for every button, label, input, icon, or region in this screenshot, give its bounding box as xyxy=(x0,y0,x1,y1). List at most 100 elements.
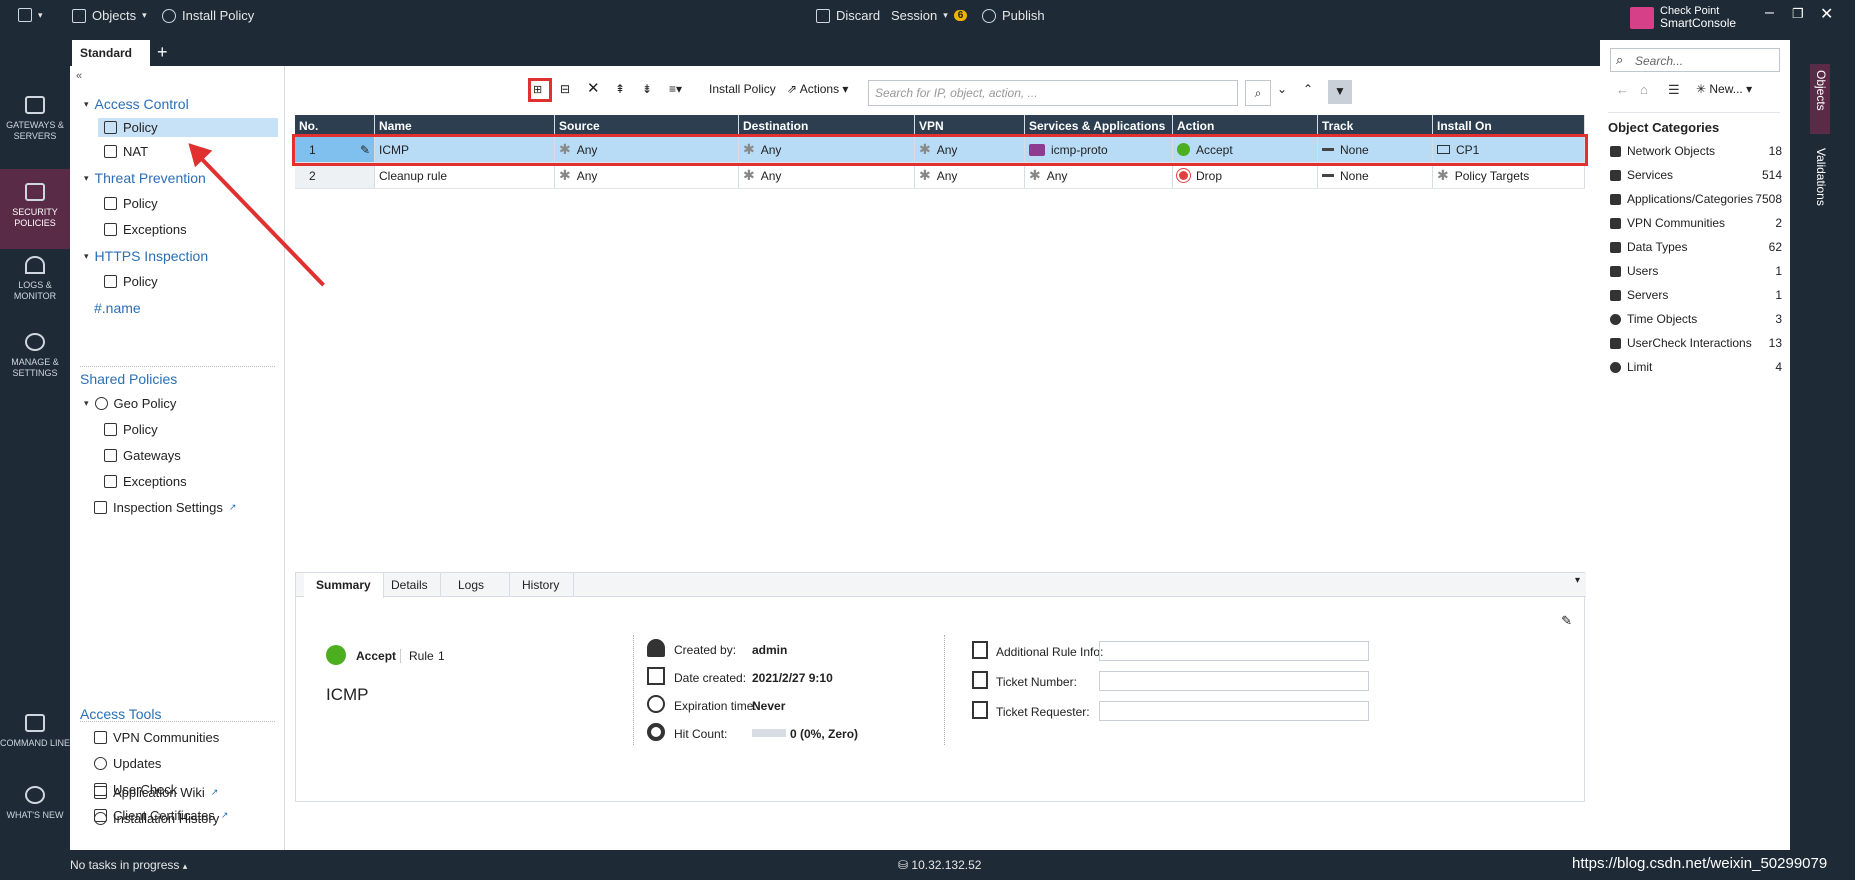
category-servers[interactable]: Servers 1 xyxy=(1610,288,1782,302)
nav-access-control-policy[interactable]: Policy xyxy=(98,118,278,137)
new-object-button[interactable]: ✳ New... ▾ xyxy=(1696,82,1752,96)
toolbar-install-policy-button[interactable]: Install Policy xyxy=(709,82,776,96)
search-icon[interactable]: ⌕ xyxy=(1245,80,1271,106)
tab-history[interactable]: History xyxy=(510,573,574,597)
vtab-objects[interactable]: Objects xyxy=(1810,64,1830,134)
nav-name-item[interactable]: #.name xyxy=(94,300,141,316)
back-button[interactable]: ← xyxy=(1616,82,1629,97)
filter-icon[interactable]: ▼ xyxy=(1328,80,1352,104)
maximize-button[interactable]: ❐ xyxy=(1792,6,1804,22)
nav-installation-history[interactable]: Installation History xyxy=(94,811,219,826)
ticket-number-field[interactable] xyxy=(1099,671,1369,691)
cell-destination[interactable]: ✱ Any xyxy=(739,163,915,188)
cell-install-on[interactable]: CP1 xyxy=(1433,137,1585,162)
publish-button[interactable]: Publish xyxy=(982,8,1045,23)
actions-menu-button[interactable]: ⇗ Actions ▾ xyxy=(787,82,848,96)
home-icon[interactable]: ⌂ xyxy=(1640,82,1648,97)
category-users[interactable]: Users 1 xyxy=(1610,264,1782,278)
cell-services[interactable]: icmp-proto xyxy=(1025,137,1173,162)
nav-https-inspection[interactable]: ▾ HTTPS Inspection xyxy=(84,248,208,264)
col-vpn[interactable]: VPN xyxy=(915,115,1025,137)
ticket-requester-field[interactable] xyxy=(1099,701,1369,721)
rail-logs-monitor[interactable]: LOGS & MONITOR xyxy=(0,252,70,322)
objects-search-input[interactable]: Search... xyxy=(1610,48,1780,72)
category-data-types[interactable]: Data Types 62 xyxy=(1610,240,1782,254)
cell-name[interactable]: Cleanup rule xyxy=(375,163,555,188)
discard-button[interactable]: Discard xyxy=(816,8,880,23)
category-applications[interactable]: Applications/Categories 7508 xyxy=(1610,192,1782,206)
category-time-objects[interactable]: Time Objects 3 xyxy=(1610,312,1782,326)
cell-destination[interactable]: ✱ Any xyxy=(739,137,915,162)
col-no[interactable]: No. xyxy=(295,115,375,137)
nav-geo-policy-policy[interactable]: Policy xyxy=(104,422,158,437)
session-button[interactable]: Session ▾ 6 xyxy=(891,8,968,23)
main-menu-button[interactable]: ▾ xyxy=(18,8,43,22)
nav-https-policy[interactable]: Policy xyxy=(104,274,158,289)
nav-updates[interactable]: Updates xyxy=(94,756,161,771)
tab-standard[interactable]: Standard xyxy=(72,40,150,66)
rulebase-search-input[interactable]: Search for IP, object, action, ... xyxy=(868,80,1238,106)
nav-threat-prevention[interactable]: ▾ Threat Prevention xyxy=(84,170,206,186)
nav-application-wiki[interactable]: Application Wiki ↗ xyxy=(94,785,218,800)
table-row[interactable]: 1 ✎ ICMP ✱ Any ✱ Any ✱ Any icmp-proto Accept… xyxy=(292,134,1588,166)
rail-security-policies[interactable]: SECURITY POLICIES xyxy=(0,169,70,249)
delete-rule-button[interactable]: ✕ xyxy=(587,79,600,97)
nav-geo-policy[interactable]: ▾ Geo Policy xyxy=(84,396,176,411)
rail-manage-settings[interactable]: MANAGE & SETTINGS xyxy=(0,329,70,399)
col-services[interactable]: Services & Applications xyxy=(1025,115,1173,137)
cell-track[interactable]: None xyxy=(1318,163,1433,188)
nav-threat-policy[interactable]: Policy xyxy=(104,196,158,211)
category-network-objects[interactable]: Network Objects 18 xyxy=(1610,144,1782,158)
nav-inspection-settings[interactable]: Inspection Settings ↗ xyxy=(94,500,236,515)
add-rule-above-button[interactable]: ⊞ xyxy=(528,78,552,102)
collapse-panel-button[interactable]: « xyxy=(76,70,82,82)
category-usercheck-interactions[interactable]: UserCheck Interactions 13 xyxy=(1610,336,1782,350)
nav-nat[interactable]: NAT xyxy=(104,144,148,159)
minimize-button[interactable]: – xyxy=(1765,4,1774,22)
cell-track[interactable]: None xyxy=(1318,137,1433,162)
col-track[interactable]: Track xyxy=(1318,115,1433,137)
search-next-button[interactable]: ⌄ xyxy=(1277,82,1287,96)
col-action[interactable]: Action xyxy=(1173,115,1318,137)
edit-pencil-icon[interactable]: ✎ xyxy=(1561,613,1572,629)
add-rule-below-button[interactable]: ⊟ xyxy=(560,82,570,96)
objects-menu-button[interactable]: Objects ▾ xyxy=(72,8,147,23)
col-name[interactable]: Name xyxy=(375,115,555,137)
nav-vpn-communities[interactable]: VPN Communities xyxy=(94,730,219,745)
rail-whats-new[interactable]: WHAT'S NEW xyxy=(0,782,70,852)
col-install-on[interactable]: Install On xyxy=(1433,115,1585,137)
cell-name[interactable]: ICMP xyxy=(375,137,555,162)
add-tab-button[interactable]: + xyxy=(157,42,168,63)
rail-command-line[interactable]: COMMAND LINE xyxy=(0,710,70,780)
category-limit[interactable]: Limit 4 xyxy=(1610,360,1782,374)
search-prev-button[interactable]: ⌃ xyxy=(1303,82,1313,96)
category-services[interactable]: Services 514 xyxy=(1610,168,1782,182)
install-policy-button[interactable]: Install Policy xyxy=(162,8,254,23)
col-source[interactable]: Source xyxy=(555,115,739,137)
nav-geo-gateways[interactable]: Gateways xyxy=(104,448,181,463)
cell-action[interactable]: Drop xyxy=(1173,163,1318,188)
category-vpn-communities[interactable]: VPN Communities 2 xyxy=(1610,216,1782,230)
cell-services[interactable]: ✱ Any xyxy=(1025,163,1173,188)
additional-info-field[interactable] xyxy=(1099,641,1369,661)
tab-summary[interactable]: Summary xyxy=(304,573,384,598)
rail-gateways-servers[interactable]: GATEWAYS & SERVERS xyxy=(0,92,70,162)
layers-menu-button[interactable]: ≡▾ xyxy=(669,82,682,96)
add-section-above-button[interactable]: ⇞ xyxy=(615,82,625,96)
nav-threat-exceptions[interactable]: Exceptions xyxy=(104,222,187,237)
tab-logs[interactable]: Logs xyxy=(446,573,510,597)
vtab-validations[interactable]: Validations xyxy=(1810,142,1830,232)
table-row[interactable]: 2 Cleanup rule ✱ Any ✱ Any ✱ Any ✱ Any Drop … xyxy=(295,163,1585,189)
col-destination[interactable]: Destination xyxy=(739,115,915,137)
tasks-status[interactable]: No tasks in progress ▴ xyxy=(70,858,187,872)
tab-details[interactable]: Details xyxy=(379,573,441,597)
cell-source[interactable]: ✱ Any xyxy=(555,163,739,188)
collapse-details-button[interactable]: ▾ xyxy=(1575,575,1580,586)
nav-access-control[interactable]: ▾ Access Control xyxy=(84,96,189,112)
add-section-below-button[interactable]: ⇟ xyxy=(642,82,652,96)
close-button[interactable]: ✕ xyxy=(1820,4,1833,24)
cell-vpn[interactable]: ✱ Any xyxy=(915,137,1025,162)
nav-shared-policies[interactable]: Shared Policies xyxy=(80,371,177,387)
cell-install-on[interactable]: ✱ Policy Targets xyxy=(1433,163,1585,188)
cell-vpn[interactable]: ✱ Any xyxy=(915,163,1025,188)
